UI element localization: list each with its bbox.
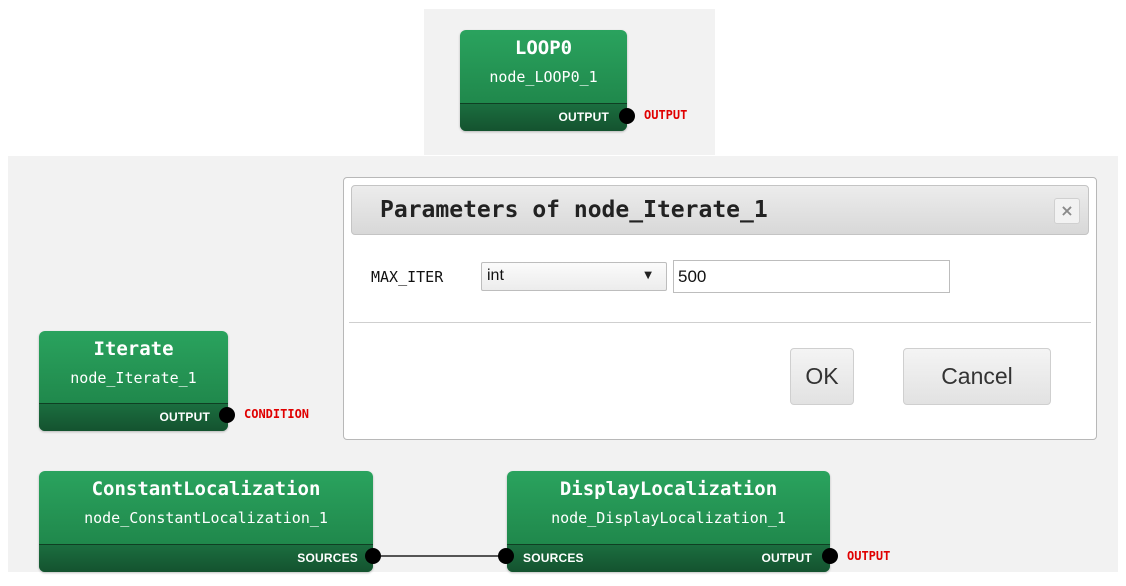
node-title: LOOP0	[514, 37, 573, 59]
param-type-value: int	[487, 267, 504, 284]
output-port-connector[interactable]	[219, 407, 235, 423]
node-id: node_DisplayLocalization_1	[551, 509, 786, 527]
output-terminal-label: OUTPUT	[644, 108, 688, 122]
output-port-label: OUTPUT	[761, 551, 812, 565]
condition-terminal-label: CONDITION	[244, 407, 310, 421]
output-port-connector[interactable]	[619, 108, 635, 124]
node-constant-localization[interactable]: ConstantLocalization node_ConstantLocali…	[39, 471, 373, 572]
output-port-label: OUTPUT	[159, 410, 210, 424]
node-id: node_ConstantLocalization_1	[84, 509, 328, 527]
parameters-dialog: Parameters of node_Iterate_1 × MAX_ITER …	[343, 177, 1097, 440]
sources-input-port-label: SOURCES	[523, 551, 584, 565]
node-iterate[interactable]: Iterate node_Iterate_1 OUTPUT	[39, 331, 228, 431]
node-title: ConstantLocalization	[91, 478, 321, 500]
dialog-title: Parameters of node_Iterate_1	[380, 197, 768, 223]
connection-edge[interactable]	[381, 555, 507, 557]
ok-button[interactable]: OK	[790, 348, 854, 405]
node-title: DisplayLocalization	[559, 478, 778, 500]
node-port-bar: OUTPUT	[39, 403, 228, 431]
dialog-divider	[349, 322, 1091, 323]
output-terminal-label: OUTPUT	[847, 549, 891, 563]
output-port-label: OUTPUT	[558, 110, 609, 124]
sources-port-label: SOURCES	[297, 551, 358, 565]
param-name-label: MAX_ITER	[371, 268, 444, 286]
node-display-localization[interactable]: DisplayLocalization node_DisplayLocaliza…	[507, 471, 830, 572]
close-icon[interactable]: ×	[1054, 198, 1080, 224]
param-type-select[interactable]: int ▼	[481, 262, 667, 291]
node-port-bar: SOURCES OUTPUT	[507, 544, 830, 572]
node-id: node_LOOP0_1	[489, 68, 598, 86]
caret-down-icon: ▼	[644, 270, 652, 281]
sources-output-connector[interactable]	[365, 548, 381, 564]
node-id: node_Iterate_1	[70, 369, 197, 387]
node-port-bar: OUTPUT	[460, 103, 627, 131]
node-title: Iterate	[93, 338, 174, 360]
output-port-connector[interactable]	[822, 548, 838, 564]
node-port-bar: SOURCES	[39, 544, 373, 572]
param-value-input[interactable]: 500	[673, 260, 950, 293]
node-loop0[interactable]: LOOP0 node_LOOP0_1 OUTPUT	[460, 30, 627, 131]
dialog-header[interactable]: Parameters of node_Iterate_1 ×	[351, 185, 1089, 235]
sources-input-connector[interactable]	[498, 548, 514, 564]
cancel-button[interactable]: Cancel	[903, 348, 1051, 405]
